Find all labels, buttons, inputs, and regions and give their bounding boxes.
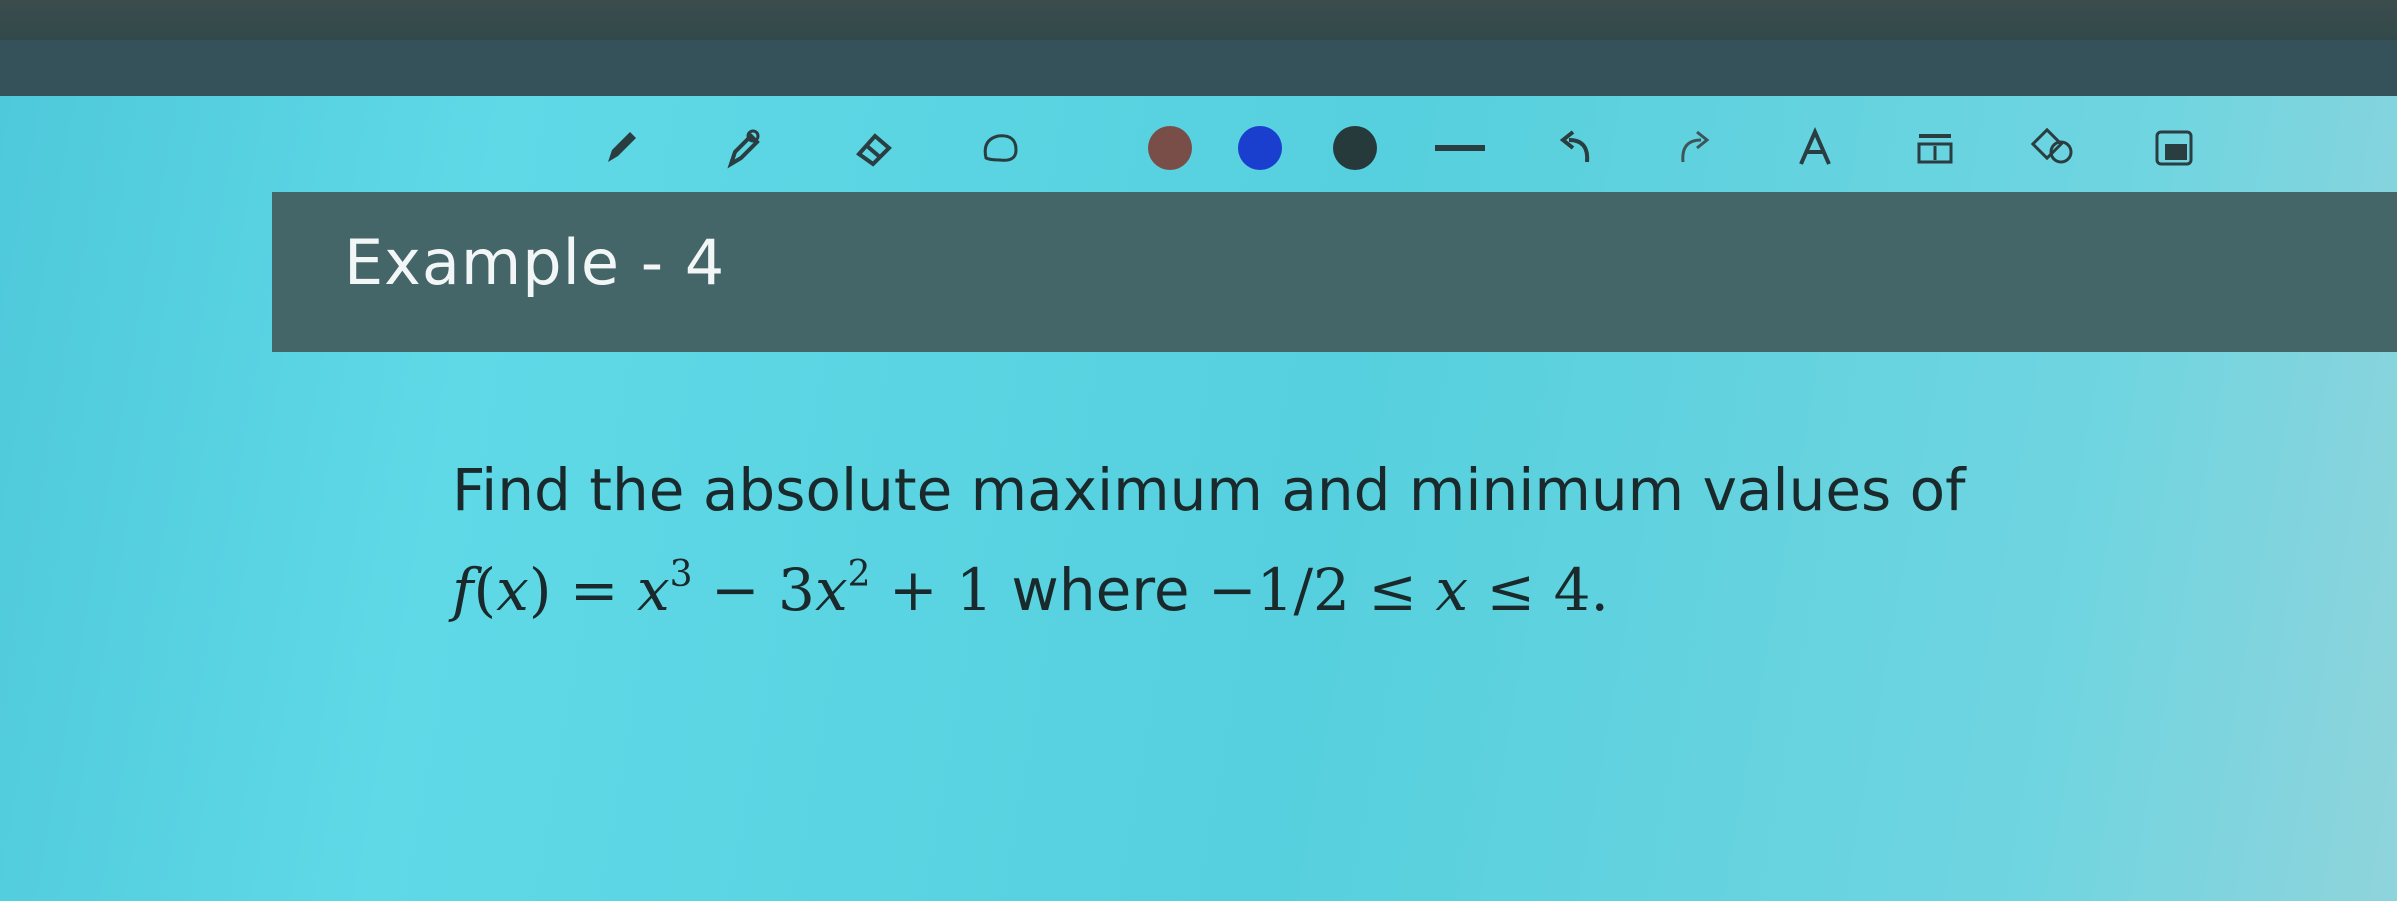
lasso-icon[interactable] <box>970 100 1030 196</box>
cubic-exponent: 3 <box>669 554 693 595</box>
color-black-swatch[interactable] <box>1325 100 1385 196</box>
insert-icon[interactable] <box>1905 100 1965 196</box>
where-word: where <box>992 556 1208 624</box>
example-title: Example - 4 <box>344 226 726 299</box>
function-arg: x <box>496 556 529 624</box>
quadratic-coefficient: − 3 <box>692 556 815 624</box>
problem-line-2: f(x) = x3 − 3x2 + 1 where −1/2 ≤ x ≤ 4. <box>452 554 1609 624</box>
line-thickness-icon[interactable] <box>1425 100 1495 196</box>
pen-icon[interactable] <box>715 100 775 196</box>
cubic-base: x <box>636 556 670 624</box>
color-brown-swatch[interactable] <box>1140 100 1200 196</box>
monitor-edge <box>0 40 2397 100</box>
shapes-icon[interactable] <box>2025 100 2085 196</box>
problem-statement: Find the absolute maximum and minimum va… <box>452 440 1966 640</box>
range-variable: x <box>1435 556 1469 624</box>
monitor-bezel <box>0 0 2397 40</box>
text-icon[interactable] <box>1785 100 1845 196</box>
color-blue-swatch[interactable] <box>1230 100 1290 196</box>
redo-icon[interactable] <box>1665 100 1725 196</box>
quadratic-exponent: 2 <box>847 554 871 595</box>
range-lower: −1/2 ≤ <box>1207 556 1436 624</box>
drawing-toolbar <box>560 100 2280 196</box>
undo-icon[interactable] <box>1545 100 1605 196</box>
range-upper: ≤ 4. <box>1468 556 1609 624</box>
image-icon[interactable] <box>2145 100 2205 196</box>
problem-line-1: Find the absolute maximum and minimum va… <box>452 456 1966 524</box>
pencil-icon[interactable] <box>590 100 650 196</box>
example-header-bar: Example - 4 <box>272 192 2397 352</box>
equals-sign: = <box>551 556 637 624</box>
eraser-icon[interactable] <box>845 100 905 196</box>
constant-term: + 1 <box>870 556 993 624</box>
function-name: f <box>452 556 474 624</box>
quadratic-base: x <box>814 556 848 624</box>
